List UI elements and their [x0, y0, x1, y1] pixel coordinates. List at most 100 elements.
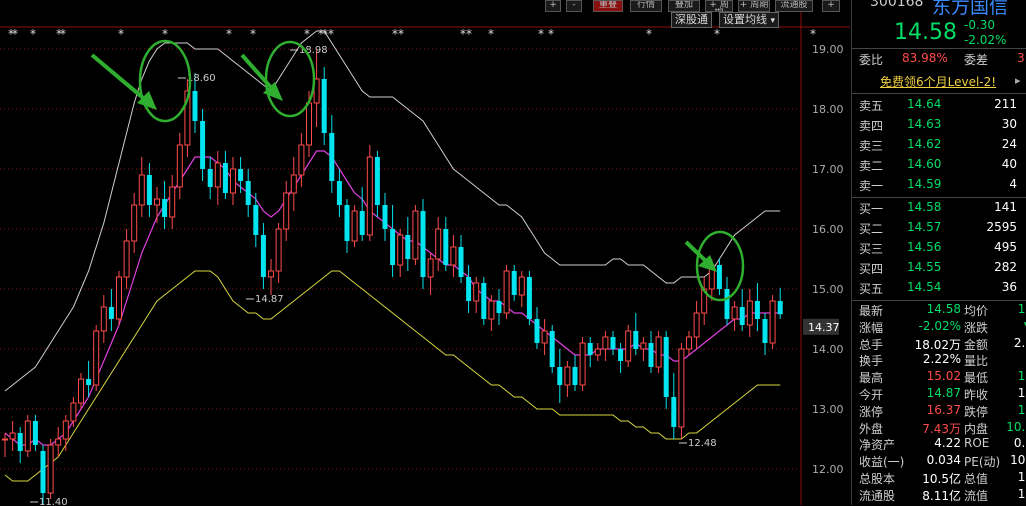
sell-order-row[interactable]: 卖三 14.62 24	[852, 137, 1026, 156]
toolbar-btn-7[interactable]: + 周期	[738, 0, 770, 12]
order-volume: 495	[994, 240, 1017, 254]
candle-body	[618, 349, 624, 361]
candle-body	[70, 402, 77, 422]
toolbar-btn-8[interactable]: 流通股	[775, 0, 813, 12]
candle-body	[108, 307, 114, 319]
order-price: 14.63	[907, 117, 942, 131]
candle-body	[435, 228, 442, 260]
toolbar-btn-3[interactable]: 重叠	[593, 0, 623, 12]
candle-body	[739, 307, 745, 325]
candle-body	[230, 168, 236, 194]
order-label: 买三	[859, 242, 884, 256]
scroll-right-icon[interactable]: ▸	[1015, 74, 1021, 87]
candle-body	[245, 181, 251, 205]
candle-body	[200, 121, 206, 169]
candle-body	[283, 192, 290, 230]
candle-body	[116, 276, 122, 320]
event-marker: *	[714, 27, 720, 41]
candle-body	[412, 210, 419, 260]
candle-body	[123, 240, 130, 278]
toolbar-btn-4[interactable]: 行情	[630, 0, 662, 12]
buy-order-row[interactable]: 买一 14.58 141	[852, 200, 1026, 219]
kline-chart-area[interactable]: * * * * * * * * * * * * * * * * * * * * * * * 18.60 18.98 14.87 1…	[0, 0, 850, 505]
candle-body	[32, 421, 38, 445]
sell-order-row[interactable]: 卖二 14.60 40	[852, 157, 1026, 176]
candle-body	[329, 133, 335, 181]
event-marker: *	[250, 27, 256, 41]
chevron-down-icon: ▾	[770, 16, 776, 26]
order-volume: 40	[1001, 157, 1017, 171]
candle-body	[678, 348, 685, 428]
stat-value: 11	[1017, 486, 1026, 501]
sz-connect-button[interactable]: 深股通	[671, 12, 712, 28]
divider	[852, 300, 1026, 301]
candle-body	[390, 229, 396, 265]
toolbar-btn-6[interactable]: + 周期	[705, 0, 733, 12]
candle-body	[686, 336, 692, 350]
candle-body	[420, 211, 426, 277]
buy-order-row[interactable]: 买二 14.57 2595	[852, 220, 1026, 239]
candle-body	[86, 379, 92, 385]
quote-panel: 300168 东方国信 14.58 -0.30 -2.02% 委比 83.98%…	[851, 0, 1026, 505]
candle-body	[602, 336, 609, 350]
stat-label: 涨幅	[859, 320, 884, 335]
price-annotation: 14.87	[255, 294, 284, 305]
event-marker: *	[12, 27, 18, 41]
toolbar-btn-1[interactable]: +	[545, 0, 561, 12]
candle-body	[359, 211, 365, 235]
buy-order-row[interactable]: 买四 14.55 282	[852, 260, 1026, 279]
buy-order-row[interactable]: 买五 14.54 36	[852, 280, 1026, 299]
candle-body	[610, 337, 616, 349]
candle	[769, 295, 776, 349]
stat-label: 涨跌	[964, 320, 989, 335]
candle-body	[306, 102, 312, 146]
price-axis-label: 14.00	[812, 343, 844, 356]
candle-body	[55, 438, 62, 446]
order-label: 买四	[859, 262, 884, 276]
candle	[351, 205, 358, 247]
toolbar-btn-9[interactable]: +	[822, 0, 840, 12]
candle-body	[336, 181, 342, 205]
sell-order-row[interactable]: 卖五 14.64 211	[852, 97, 1026, 116]
sell-order-row[interactable]: 卖四 14.63 30	[852, 117, 1026, 136]
candle-body	[290, 174, 297, 194]
stat-value: 16.37	[926, 402, 961, 417]
candle-body	[62, 420, 69, 440]
order-label: 卖四	[859, 119, 884, 133]
candle-body	[268, 270, 274, 278]
kline-chart[interactable]: ** * ** * * * * * ** * * * * * * * * * * * 18.6018.9814.871…	[0, 0, 850, 505]
candle-body	[238, 169, 244, 181]
candle-body	[192, 91, 198, 121]
order-price: 14.60	[907, 157, 942, 171]
candle	[549, 325, 555, 373]
candle-body	[253, 205, 259, 235]
candle-body	[214, 162, 221, 188]
toolbar-btn-5[interactable]: 叠加	[668, 0, 700, 12]
event-marker: *	[60, 27, 66, 41]
price-axis-label: 16.00	[812, 223, 844, 236]
buy-order-row[interactable]: 买三 14.56 495	[852, 240, 1026, 259]
candle-body	[176, 144, 183, 188]
order-volume: 211	[994, 97, 1017, 111]
level2-promo-link[interactable]: 免费领6个月Level-2!	[880, 73, 996, 90]
candle	[579, 337, 586, 391]
toolbar-btn-2[interactable]: -	[566, 0, 582, 12]
stat-label: 换手	[859, 354, 884, 369]
stat-value: 18.02万	[914, 337, 961, 352]
price-axis-label: 19.00	[812, 43, 844, 56]
candle-body	[24, 420, 31, 452]
candle-body	[427, 258, 434, 278]
ma-settings-button[interactable]: 设置均线 ▾	[719, 12, 780, 28]
candle	[503, 265, 510, 319]
stat-value: 8.11亿	[922, 488, 961, 503]
order-price: 14.56	[907, 240, 942, 254]
ratio-label: 委比	[859, 53, 884, 67]
candle	[420, 199, 426, 289]
sell-order-row[interactable]: 卖一 14.59 4	[852, 177, 1026, 196]
stat-value: 14	[1017, 369, 1026, 384]
stat-value: 13	[1017, 402, 1026, 417]
stat-label: 跌停	[964, 404, 989, 419]
candle-body	[154, 198, 160, 206]
candle	[678, 343, 685, 439]
candle-body	[146, 175, 152, 205]
